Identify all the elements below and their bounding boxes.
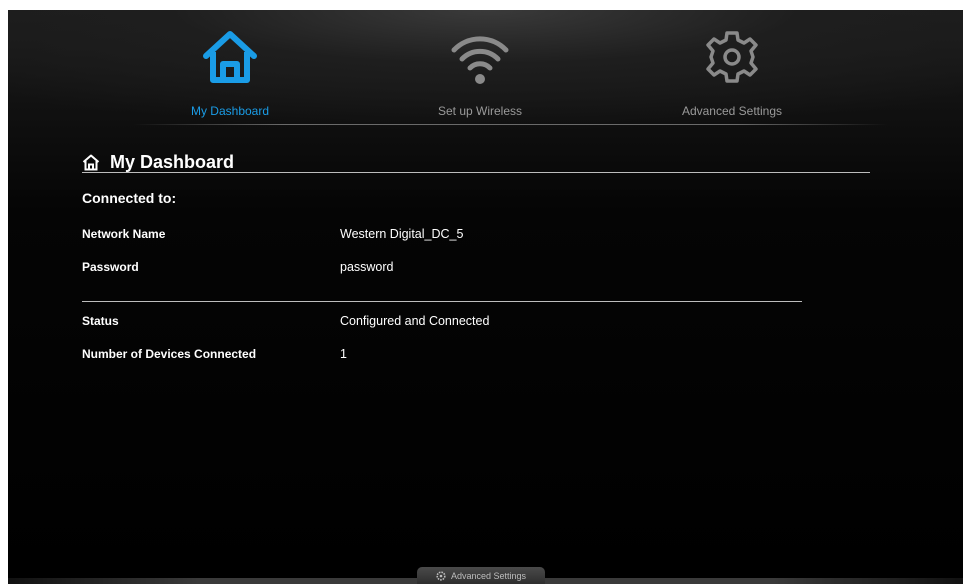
gear-icon — [706, 31, 758, 83]
network-name-label: Network Name — [82, 227, 166, 241]
wifi-icon — [451, 36, 509, 84]
gear-icon — [436, 570, 446, 581]
password-label: Password — [82, 260, 139, 274]
password-value: password — [340, 260, 394, 274]
status-value: Configured and Connected — [340, 314, 490, 328]
network-name-value: Western Digital_DC_5 — [340, 227, 464, 241]
nav-set-up-wireless[interactable]: Set up Wireless — [380, 20, 580, 130]
page-title-text: My Dashboard — [110, 151, 235, 172]
title-divider — [82, 172, 870, 173]
devices-value: 1 — [340, 347, 347, 361]
advanced-settings-tab[interactable]: Advanced Settings — [417, 567, 545, 584]
nav-divider — [133, 124, 888, 125]
home-outline-icon — [82, 154, 100, 170]
status-row: Status Configured and Connected — [82, 314, 842, 334]
advanced-settings-tab-label: Advanced Settings — [450, 570, 527, 581]
status-label: Status — [82, 314, 119, 328]
nav-label-set-up-wireless: Set up Wireless — [437, 104, 523, 118]
top-nav: My Dashboard Set up Wireless Advanced Se… — [8, 10, 963, 135]
devices-row: Number of Devices Connected 1 — [82, 347, 842, 367]
app-window: My Dashboard Set up Wireless Advanced Se… — [8, 10, 963, 584]
home-icon — [203, 31, 257, 83]
network-name-row: Network Name Western Digital_DC_5 — [82, 227, 842, 247]
nav-label-advanced-settings: Advanced Settings — [681, 104, 783, 118]
nav-advanced-settings[interactable]: Advanced Settings — [632, 20, 832, 130]
section-divider — [82, 301, 802, 302]
connected-to-heading: Connected to: — [82, 190, 177, 206]
nav-my-dashboard[interactable]: My Dashboard — [130, 20, 330, 130]
nav-label-my-dashboard: My Dashboard — [190, 104, 270, 118]
password-row: Password password — [82, 260, 842, 280]
devices-label: Number of Devices Connected — [82, 347, 257, 361]
